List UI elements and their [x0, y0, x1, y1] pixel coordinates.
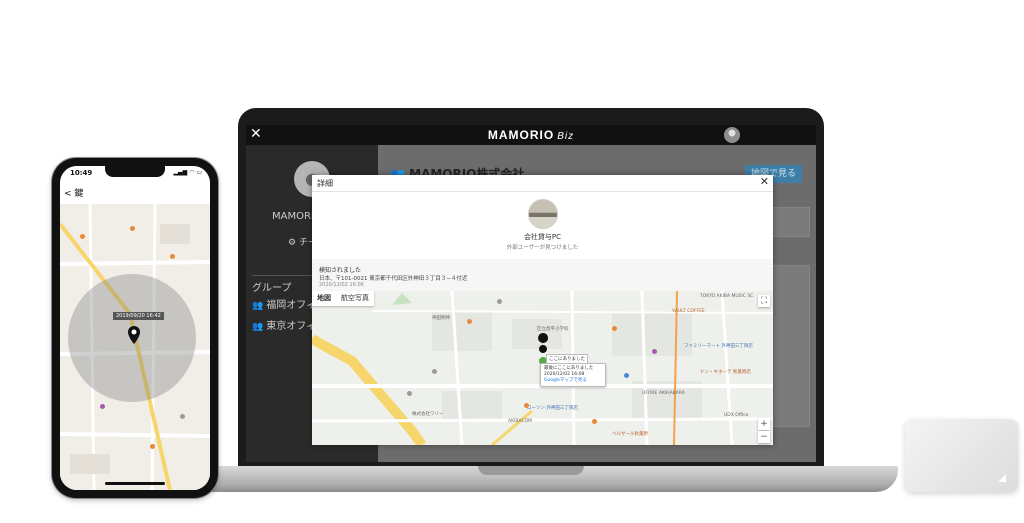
- device-name: 会社貸与PC: [523, 233, 562, 241]
- zoom-in-button[interactable]: +: [758, 418, 770, 430]
- modal-header: 詳細 ✕: [312, 175, 773, 192]
- map-label: UFORE AKIHABARA: [642, 391, 685, 396]
- poi-marker: [150, 444, 155, 449]
- map-label: UDX Office: [724, 413, 749, 418]
- device-status: 外部ユーザーが見つけました: [506, 245, 579, 251]
- google-maps-link[interactable]: Googleマップで見る: [544, 378, 602, 384]
- map-label: ファミリーマート 外神田三丁目店: [684, 344, 753, 349]
- map-info-window: 最後にここにありました 2020/12/02 16:08 Googleマップで見…: [540, 363, 606, 387]
- poi-marker: [100, 404, 105, 409]
- close-icon[interactable]: ✕: [760, 175, 769, 188]
- group-label: 東京オフィ: [266, 321, 317, 332]
- logo-text: MAMORIO: [487, 128, 555, 142]
- poi-marker: [180, 414, 185, 419]
- phone-notch: [105, 166, 165, 177]
- poi-marker: [497, 299, 502, 304]
- detection-time: 2020/12/02 16:06: [319, 282, 364, 288]
- home-indicator: [105, 482, 165, 485]
- fullscreen-icon[interactable]: ⛶: [758, 295, 770, 307]
- location-map[interactable]: 地図 航空写真 ⛶ + − TOKYO AKIBA MUSIC SC VAULT…: [312, 291, 773, 445]
- pin-timestamp: 2019/09/20 16:42: [113, 312, 164, 320]
- group-heading: グループ: [252, 283, 292, 294]
- mamorio-tag-device: [905, 419, 1018, 492]
- map-label: VAULT COFFEE: [672, 309, 705, 314]
- map-label: TOKYO AKIBA MUSIC SC: [700, 294, 754, 299]
- card: [770, 265, 810, 427]
- detection-info: 検知されました 日本、〒101-0021 東京都千代田区外神田３丁目３−４付近 …: [312, 259, 773, 291]
- poi-marker: [407, 391, 412, 396]
- user-avatar[interactable]: [724, 127, 740, 143]
- phone-map[interactable]: 2019/09/20 16:42: [60, 204, 210, 490]
- users-icon: 👥: [252, 322, 264, 332]
- map-label: 神田明神: [432, 316, 450, 321]
- poi-marker: [170, 254, 175, 259]
- phone-frame: 10:49 ▂▄▆ ◠ ▭ < 鍵 2019/09/20 16:42: [52, 158, 218, 498]
- map-label: AKIBACOM: [508, 419, 533, 424]
- group-label: 福岡オフィ: [266, 300, 317, 311]
- card: [770, 207, 810, 237]
- signal-wifi-battery-icon: ▂▄▆ ◠ ▭: [173, 169, 202, 176]
- back-button[interactable]: < 鍵: [64, 186, 83, 199]
- map-label: ドン・キホーテ 秋葉原店: [700, 370, 751, 375]
- poi-marker: [467, 319, 472, 324]
- sidebar-item-group[interactable]: 👥 東京オフィ: [252, 317, 316, 332]
- device-photo: [528, 199, 558, 229]
- location-pin-icon[interactable]: [127, 326, 141, 346]
- laptop-screen: ✕ MAMORIOBiz ● MAMORIO ⚙ チー グループ 👥福岡オフィ …: [246, 125, 816, 462]
- poi-marker: [80, 234, 85, 239]
- detail-modal: 詳細 ✕ 会社貸与PC 外部ユーザーが見つけました 検知されました 日本、〒10…: [312, 175, 773, 445]
- map-label: 区立昌平小学校: [537, 327, 569, 332]
- laptop-notch: [478, 466, 584, 475]
- phone-screen: 10:49 ▂▄▆ ◠ ▭ < 鍵 2019/09/20 16:42: [60, 166, 210, 490]
- poi-marker: [624, 373, 629, 378]
- map-type-tabs: 地図 航空写真: [312, 291, 374, 306]
- logo-suffix: Biz: [557, 131, 575, 142]
- status-time: 10:49: [70, 169, 93, 177]
- tab-satellite[interactable]: 航空写真: [336, 291, 374, 306]
- map-label: ベルサール秋葉原: [612, 432, 648, 437]
- detection-title: 検知されました: [319, 267, 362, 274]
- map-label: 株式会社ワゾー: [412, 412, 444, 417]
- detection-address: 日本、〒101-0021 東京都千代田区外神田３丁目３−４付近: [319, 276, 468, 282]
- sidebar-item-group[interactable]: 👥 福岡オフィ: [252, 296, 316, 311]
- zoom-out-button[interactable]: −: [758, 431, 770, 443]
- poi-marker: [130, 226, 135, 231]
- poi-marker: [652, 349, 657, 354]
- poi-marker: [524, 403, 529, 408]
- map-label: ローソン 外神田三丁目店: [527, 406, 578, 411]
- tab-map[interactable]: 地図: [312, 291, 336, 306]
- users-icon: 👥: [252, 301, 264, 311]
- poi-marker: [432, 369, 437, 374]
- poi-marker: [612, 326, 617, 331]
- app-header: ✕ MAMORIO Biz: [246, 125, 816, 145]
- modal-title: 詳細: [317, 179, 333, 188]
- poi-marker: [592, 419, 597, 424]
- phone-nav-bar: < 鍵: [60, 182, 210, 204]
